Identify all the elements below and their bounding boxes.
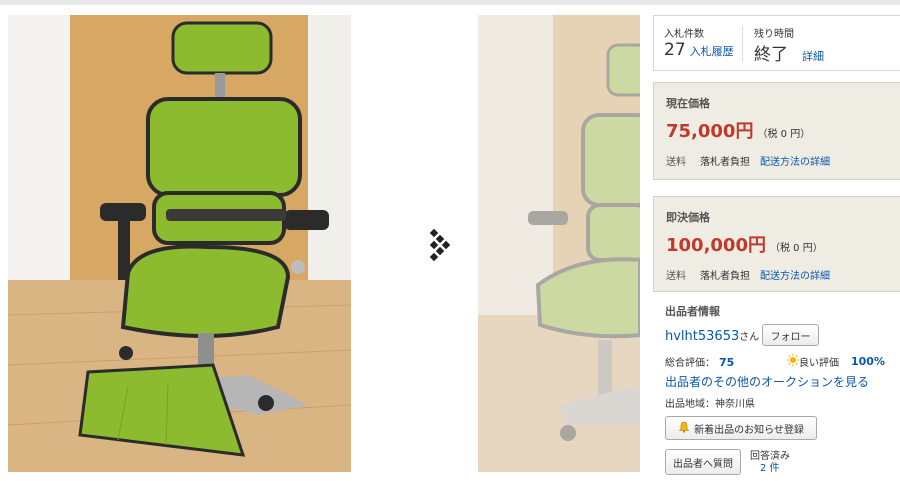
shipping-details-link[interactable]: 配送方法の詳細 xyxy=(760,271,830,282)
answered-label: 回答済み xyxy=(750,451,790,462)
answered-count-link[interactable]: 2 件 xyxy=(760,463,790,475)
shipping-label: 送料 xyxy=(666,271,686,282)
good-rating-label: 良い評価 xyxy=(799,358,839,369)
time-detail-link[interactable]: 詳細 xyxy=(802,50,824,63)
shipping-payer: 落札者負担 xyxy=(700,271,750,282)
seller-name-suffix: さん xyxy=(739,332,760,343)
rating-label: 総合評価： xyxy=(665,358,715,369)
follow-button[interactable]: フォロー xyxy=(762,324,819,346)
shipping-payer: 落札者負担 xyxy=(700,157,750,168)
good-rating-percent: 100% xyxy=(851,355,885,368)
bid-count-label: 入札件数 xyxy=(664,29,704,40)
sun-icon xyxy=(787,354,799,369)
bid-count-value: 27 xyxy=(664,40,686,60)
ask-seller-button[interactable]: 出品者へ質問 xyxy=(665,449,741,475)
product-photo-next-preview[interactable] xyxy=(478,15,640,472)
product-photo-main[interactable] xyxy=(8,15,351,472)
buyout-price-title: 即決価格 xyxy=(666,211,710,224)
divider xyxy=(742,26,743,62)
rating-value[interactable]: 75 xyxy=(719,356,734,369)
buyout-price-box: 即決価格 100,000円 （税 0 円） 送料 落札者負担 配送方法の詳細 xyxy=(653,196,900,292)
time-left-label: 残り時間 xyxy=(754,29,794,40)
seller-info-title: 出品者情報 xyxy=(665,305,720,318)
bell-icon xyxy=(678,421,690,436)
bid-count-group: 入札件数 27 入札履歴 xyxy=(664,25,734,60)
new-listing-notify-button[interactable]: 新着出品のお知らせ登録 xyxy=(665,416,817,440)
bid-summary-box: 入札件数 27 入札履歴 残り時間 終了 詳細 xyxy=(653,15,900,71)
current-price-tax: （税 0 円） xyxy=(757,129,811,140)
current-price-title: 現在価格 xyxy=(666,97,710,110)
bid-history-link[interactable]: 入札履歴 xyxy=(690,45,734,58)
time-left-value: 終了 xyxy=(754,45,788,65)
new-listing-notify-label: 新着出品のお知らせ登録 xyxy=(694,424,804,436)
other-auctions-link[interactable]: 出品者のその他のオークションを見る xyxy=(665,373,869,390)
next-image-icon[interactable] xyxy=(425,226,453,262)
current-price-amount: 75,000円 xyxy=(666,121,754,142)
time-left-group: 残り時間 終了 詳細 xyxy=(754,25,824,65)
shipping-details-link[interactable]: 配送方法の詳細 xyxy=(760,157,830,168)
seller-name-link[interactable]: hvlht53653 xyxy=(665,329,739,344)
buyout-price-amount: 100,000円 xyxy=(666,235,766,256)
shipping-label: 送料 xyxy=(666,157,686,168)
current-price-box: 現在価格 75,000円 （税 0 円） 送料 落札者負担 配送方法の詳細 xyxy=(653,82,900,180)
top-bar xyxy=(0,0,900,5)
buyout-price-tax: （税 0 円） xyxy=(769,243,823,254)
seller-region: 出品地域：神奈川県 xyxy=(665,399,755,410)
